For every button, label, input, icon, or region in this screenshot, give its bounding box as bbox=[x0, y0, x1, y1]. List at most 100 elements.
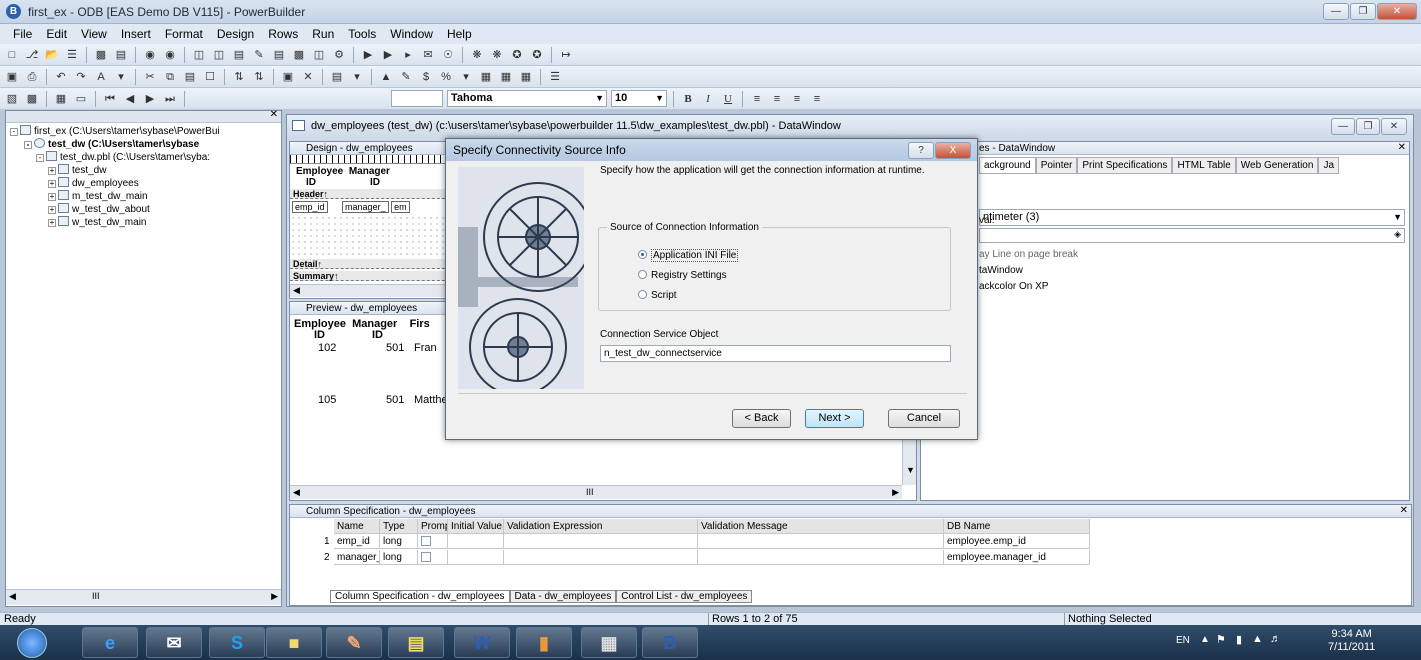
exit-icon[interactable]: ↦ bbox=[558, 47, 574, 63]
align-icon[interactable]: ▤ bbox=[329, 69, 345, 85]
bold-button[interactable]: B bbox=[680, 91, 696, 107]
layout-icon[interactable]: ▦ bbox=[498, 69, 514, 85]
option-datawindow[interactable]: taWindow bbox=[979, 265, 1023, 276]
calculator-icon[interactable]: ▦ bbox=[581, 627, 637, 658]
paste-icon[interactable]: ▤ bbox=[182, 69, 198, 85]
open-icon[interactable]: 📂 bbox=[44, 47, 60, 63]
cut-icon[interactable]: ✂ bbox=[142, 69, 158, 85]
skype-icon[interactable]: S bbox=[209, 627, 265, 658]
menu-help[interactable]: Help bbox=[440, 27, 479, 41]
design-field-manager[interactable]: manager_ bbox=[342, 201, 389, 213]
colspec-row2-validation-expr[interactable] bbox=[504, 550, 698, 565]
output-icon[interactable]: ▩ bbox=[93, 47, 109, 63]
align-right-icon[interactable]: ≡ bbox=[789, 91, 805, 107]
tab-column-specification[interactable]: Column Specification - dw_employees bbox=[330, 590, 510, 603]
style-combo[interactable] bbox=[391, 90, 443, 107]
style-icon[interactable]: ▧ bbox=[4, 91, 20, 107]
folder-icon[interactable]: ■ bbox=[266, 627, 322, 658]
tab-web-generation[interactable]: Web Generation bbox=[1235, 157, 1319, 174]
font-size-combo[interactable]: 10 ▼ bbox=[611, 90, 667, 107]
radio-script[interactable]: Script bbox=[638, 290, 677, 301]
scroll-left-icon[interactable]: ◀ bbox=[9, 591, 16, 602]
scroll-left-icon[interactable]: ◀ bbox=[293, 285, 300, 296]
colspec-row2-initial[interactable] bbox=[448, 550, 504, 565]
network-icon[interactable]: ▲ bbox=[1252, 633, 1263, 645]
radio-application-ini[interactable]: Application INI File bbox=[638, 249, 739, 262]
colspec-row1-name[interactable]: emp_id bbox=[334, 534, 380, 549]
tab-control-list[interactable]: Control List - dw_employees bbox=[616, 590, 753, 603]
radio-registry-settings[interactable]: Registry Settings bbox=[638, 270, 727, 281]
new-icon[interactable]: □ bbox=[4, 47, 20, 63]
option-overlay-line[interactable]: ay Line on page break bbox=[979, 249, 1078, 260]
checkbox[interactable] bbox=[421, 536, 431, 546]
next-button[interactable]: Next > bbox=[805, 409, 864, 428]
currency-icon[interactable]: $ bbox=[418, 69, 434, 85]
clear-icon[interactable]: ☐ bbox=[202, 69, 218, 85]
battery-icon[interactable]: ▮ bbox=[1236, 633, 1242, 646]
profile-icon[interactable]: ▸ bbox=[400, 47, 416, 63]
scroll-right-icon[interactable]: ▶ bbox=[271, 591, 278, 602]
preview-row2-first[interactable]: Matthe bbox=[414, 394, 448, 406]
tab-order-icon[interactable]: ⇅ bbox=[231, 69, 247, 85]
paint-icon[interactable]: ✎ bbox=[326, 627, 382, 658]
tree-item-application[interactable]: + test_dw bbox=[48, 164, 106, 177]
inherit-icon[interactable]: ⎇ bbox=[24, 47, 40, 63]
italic-button[interactable]: I bbox=[700, 91, 716, 107]
tab-pointer[interactable]: Pointer bbox=[1035, 157, 1078, 174]
minimize-button[interactable]: — bbox=[1323, 3, 1349, 20]
close-icon[interactable]: ✕ bbox=[1398, 142, 1406, 153]
menu-run[interactable]: Run bbox=[305, 27, 341, 41]
debug-icon[interactable]: ▶ bbox=[380, 47, 396, 63]
dw-close-button[interactable]: ✕ bbox=[1381, 118, 1407, 135]
colspec-row1-validation-expr[interactable] bbox=[504, 534, 698, 549]
colspec-row1-initial[interactable] bbox=[448, 534, 504, 549]
tab-data[interactable]: Data - dw_employees bbox=[509, 590, 617, 603]
menu-window[interactable]: Window bbox=[383, 27, 440, 41]
select-all-icon[interactable]: ▣ bbox=[280, 69, 296, 85]
units-dropdown[interactable]: ntimeter (3) ▼ bbox=[979, 209, 1405, 226]
start-button[interactable] bbox=[17, 628, 47, 658]
grid-icon[interactable]: ▦ bbox=[478, 69, 494, 85]
dropdown-arrow-icon[interactable]: ▾ bbox=[458, 69, 474, 85]
bug-icon[interactable]: ❋ bbox=[469, 47, 485, 63]
colspec-row1-type[interactable]: long bbox=[380, 534, 418, 549]
menu-format[interactable]: Format bbox=[158, 27, 210, 41]
query-icon[interactable]: ▩ bbox=[291, 47, 307, 63]
format-icon[interactable]: ▦ bbox=[518, 69, 534, 85]
pipeline-icon[interactable]: ◫ bbox=[311, 47, 327, 63]
volume-icon[interactable]: ♬ bbox=[1270, 633, 1281, 645]
tab-print-specifications[interactable]: Print Specifications bbox=[1077, 157, 1173, 174]
last-record-icon[interactable]: ⏭ bbox=[162, 91, 178, 107]
runner2-icon[interactable]: ✪ bbox=[529, 47, 545, 63]
design-scrollbar[interactable]: ◀ bbox=[290, 284, 448, 297]
language-indicator[interactable]: EN bbox=[1176, 635, 1190, 646]
color-picker-icon[interactable]: ◈ bbox=[1394, 229, 1401, 240]
text-icon[interactable]: A bbox=[93, 69, 109, 85]
menu-view[interactable]: View bbox=[74, 27, 114, 41]
explorer-icon[interactable]: ▤ bbox=[388, 627, 444, 658]
library-icon[interactable]: ▮ bbox=[516, 627, 572, 658]
edit-icon[interactable]: ✎ bbox=[251, 47, 267, 63]
flag-icon[interactable]: ⚑ bbox=[1216, 633, 1226, 646]
run-icon[interactable]: ▶ bbox=[360, 47, 376, 63]
build-icon[interactable]: ◉ bbox=[162, 47, 178, 63]
back-button[interactable]: < Back bbox=[732, 409, 791, 428]
redo-icon[interactable]: ↷ bbox=[73, 69, 89, 85]
datawindow-icon[interactable]: ▤ bbox=[271, 47, 287, 63]
font-name-combo[interactable]: Tahoma ▼ bbox=[447, 90, 607, 107]
dialog-close-button[interactable]: X bbox=[935, 142, 971, 159]
preview-row1-first[interactable]: Fran bbox=[414, 342, 437, 354]
sort-icon[interactable]: ⇅ bbox=[251, 69, 267, 85]
menu-file[interactable]: File bbox=[6, 27, 39, 41]
dbprofile-icon[interactable]: ◫ bbox=[211, 47, 227, 63]
library-icon[interactable]: ▤ bbox=[113, 47, 129, 63]
next-record-icon[interactable]: ▶ bbox=[142, 91, 158, 107]
menu-design[interactable]: Design bbox=[210, 27, 261, 41]
dw-minimize-button[interactable]: — bbox=[1331, 118, 1355, 135]
cso-input[interactable]: n_test_dw_connectservice bbox=[600, 345, 951, 362]
preview-row2-empid[interactable]: 105 bbox=[318, 394, 336, 406]
save-icon[interactable]: ▣ bbox=[4, 69, 20, 85]
restore-button[interactable]: ❐ bbox=[1350, 3, 1376, 20]
mail-icon[interactable]: ✉ bbox=[146, 627, 202, 658]
database-painter-icon[interactable]: ◫ bbox=[191, 47, 207, 63]
